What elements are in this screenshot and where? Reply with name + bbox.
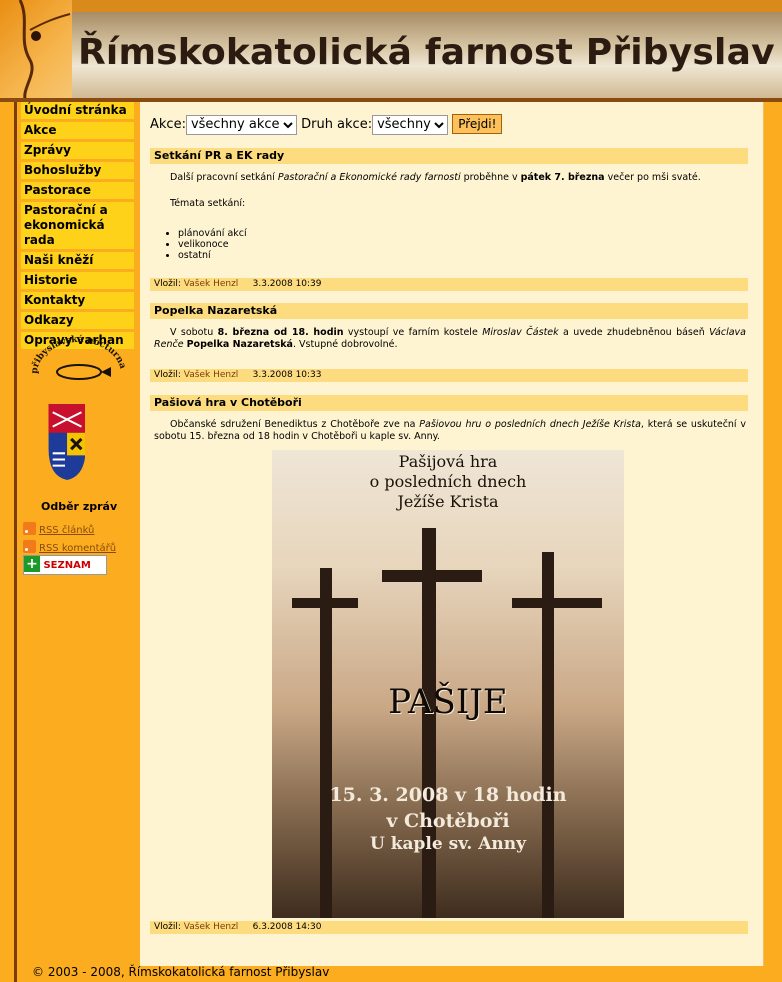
header-top-band — [0, 0, 782, 12]
nocturno-logo[interactable]: přibyslavská nocturna — [29, 334, 129, 384]
akce-select[interactable]: všechny akce — [185, 114, 297, 135]
author-name: Vašek Henzl — [183, 922, 239, 932]
nav-item-home[interactable]: Úvodní stránka — [21, 102, 134, 119]
cross-icon — [292, 598, 358, 608]
list-item: ostatní — [178, 250, 746, 261]
site-title: Římskokatolická farnost Přibyslav — [78, 32, 775, 73]
rss-comments-link[interactable]: RSS komentářů — [23, 540, 116, 554]
poster-title: PAŠIJE — [388, 682, 508, 722]
article-meta: Vložil: Vašek Henzl 3.3.2008 10:39 — [150, 278, 748, 291]
author-name: Vašek Henzl — [183, 370, 239, 380]
nav-item-links[interactable]: Odkazy — [21, 312, 134, 329]
article: Setkání PR a EK rady Další pracovní setk… — [150, 148, 748, 291]
poster-line: Pašijová hra — [398, 452, 498, 471]
main-content: Akce: všechny akce Druh akce: všechny Přej… — [140, 102, 764, 966]
article-body: Občanské sdružení Benediktus z Chotěboře… — [150, 411, 748, 443]
seznam-button[interactable]: + SEZNAM — [23, 555, 107, 575]
druh-select[interactable]: všechny — [372, 114, 449, 135]
nav-item-council[interactable]: Pastorační a ekonomická rada — [21, 202, 134, 249]
nav-item-events[interactable]: Akce — [21, 122, 134, 139]
article-date: 3.3.2008 10:39 — [252, 279, 322, 289]
feeds-title: Odběr zpráv — [41, 500, 118, 513]
article-paragraph: V sobotu 8. března od 18. hodin vystoupí… — [154, 327, 746, 350]
coat-of-arms-icon — [48, 404, 85, 480]
plus-icon: + — [24, 556, 40, 572]
cross-icon — [382, 570, 482, 582]
poster-image: Pašijová hra o posledních dnech Ježíše K… — [272, 450, 624, 918]
article-meta: Vložil: Vašek Henzl 3.3.2008 10:33 — [150, 369, 748, 382]
poster-line: Ježíše Krista — [397, 492, 499, 511]
nav-item-contacts[interactable]: Kontakty — [21, 292, 134, 309]
vine-icon — [18, 0, 71, 102]
article-paragraph: Další pracovní setkání Pastorační a Ekon… — [170, 172, 701, 183]
header-corner-ornament — [0, 0, 72, 102]
nav-item-services[interactable]: Bohoslužby — [21, 162, 134, 179]
nav-item-priests[interactable]: Naši kněží — [21, 252, 134, 269]
nav-item-news[interactable]: Zprávy — [21, 142, 134, 159]
cross-icon — [320, 568, 332, 918]
article: Pašiová hra v Chotěboři Občanské sdružen… — [150, 395, 748, 935]
rss-icon — [23, 522, 36, 535]
topics-list: plánování akcí velikonoce ostatní — [178, 228, 746, 261]
article-date: 3.3.2008 10:33 — [252, 370, 322, 380]
topics-label: Témata setkání: — [170, 198, 246, 209]
poster-line: o posledních dnech — [369, 472, 527, 491]
site-header: Římskokatolická farnost Přibyslav — [0, 0, 782, 102]
article-paragraph: Občanské sdružení Benediktus z Chotěboře… — [154, 419, 746, 442]
rss-icon — [23, 540, 36, 553]
event-filter: Akce: všechny akce Druh akce: všechny Přej… — [150, 114, 503, 135]
footer: © 2003 - 2008, Římskokatolická farnost P… — [32, 965, 330, 979]
article: Popelka Nazaretská V sobotu 8. března od… — [150, 303, 748, 382]
poster-line: U kaple sv. Anny — [370, 834, 526, 854]
svg-text:přibyslavská nocturna: přibyslavská nocturna — [30, 334, 128, 374]
article-title[interactable]: Setkání PR a EK rady — [150, 148, 748, 164]
sidebar: Úvodní stránka Akce Zprávy Bohoslužby Pa… — [17, 102, 137, 575]
druh-label: Druh akce: — [301, 117, 373, 132]
article-meta: Vložil: Vašek Henzl 6.3.2008 14:30 — [150, 921, 748, 934]
rss-articles-label: RSS článků — [39, 525, 95, 536]
article-body: V sobotu 8. března od 18. hodin vystoupí… — [150, 319, 748, 369]
akce-label: Akce: — [150, 117, 186, 132]
seznam-label: SEZNAM — [43, 560, 91, 571]
cross-icon — [422, 528, 436, 918]
author-name: Vašek Henzl — [183, 279, 239, 289]
rss-comments-label: RSS komentářů — [39, 543, 117, 554]
list-item: velikonoce — [178, 239, 746, 250]
nav-item-pastoral[interactable]: Pastorace — [21, 182, 134, 199]
article-body: Další pracovní setkání Pastorační a Ekon… — [150, 164, 748, 272]
poster-line: 15. 3. 2008 v 18 hodin — [329, 784, 567, 806]
go-button[interactable]: Přejdi! — [452, 114, 503, 134]
list-item: plánování akcí — [178, 228, 746, 239]
poster-line: v Chotěboři — [386, 810, 510, 832]
article-title[interactable]: Pašiová hra v Chotěboři — [150, 395, 748, 411]
article-title[interactable]: Popelka Nazaretská — [150, 303, 748, 319]
article-date: 6.3.2008 14:30 — [252, 922, 322, 932]
nav-item-history[interactable]: Historie — [21, 272, 134, 289]
rss-articles-link[interactable]: RSS článků — [23, 522, 94, 536]
cross-icon — [512, 598, 602, 608]
